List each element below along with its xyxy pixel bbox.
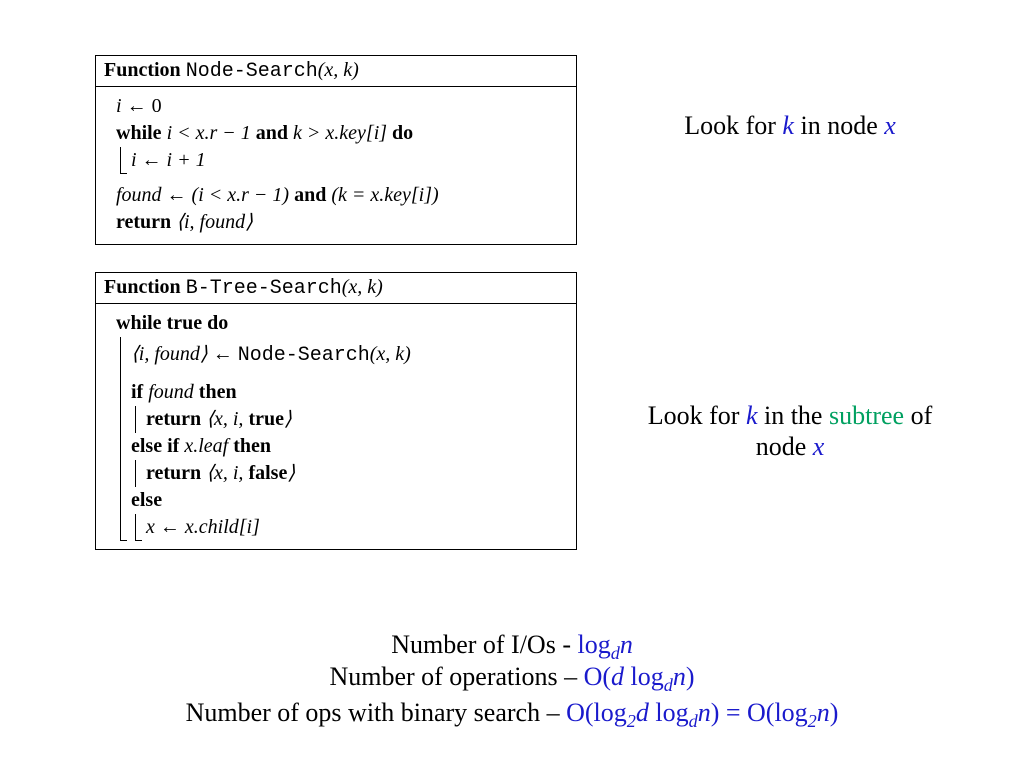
annot1-pre: Look for xyxy=(684,111,782,140)
algo1-line3: i ← i + 1 xyxy=(131,147,566,174)
kw-if: if xyxy=(131,381,143,403)
tail: (k = x.key[i]) xyxy=(326,184,438,206)
kw-true-cond: true xyxy=(162,312,208,334)
retval3a: ⟨x, i, xyxy=(201,462,248,484)
annot2-subtree: subtree xyxy=(829,401,904,430)
cond1: i < x.r − 1 xyxy=(162,122,256,144)
algo1-args: (x, k) xyxy=(318,59,359,81)
annot2-pre: Look for xyxy=(648,401,746,430)
algo1-kw: Function xyxy=(104,59,181,81)
l3-close: ) xyxy=(830,698,839,727)
retval2b: ⟩ xyxy=(284,408,292,430)
algo2-kw: Function xyxy=(104,276,181,298)
annot2-k: k xyxy=(746,401,758,430)
call-args: (x, k) xyxy=(370,343,411,365)
annot1-mid: in node xyxy=(794,111,884,140)
algo2-line5: else if x.leaf then xyxy=(131,433,566,460)
kw-do2: do xyxy=(207,312,228,334)
l3-b: O(log xyxy=(566,698,627,727)
l2-a: Number of operations – xyxy=(329,662,583,691)
algo2-body: while true do ⟨i, found⟩ ← Node-Search(x… xyxy=(96,304,576,549)
l2-n: n xyxy=(673,662,686,691)
annot2-x: x xyxy=(813,432,825,461)
algo1-line5: return ⟨i, found⟩ xyxy=(116,209,566,236)
complexity-line-2: Number of operations – O(d logdn) xyxy=(0,660,1024,698)
kw-else: else xyxy=(131,489,162,511)
algo1-fn: Node-Search xyxy=(186,60,318,83)
kw-return: return xyxy=(116,211,171,233)
algo2-args: (x, k) xyxy=(342,276,383,298)
spacer xyxy=(116,174,566,182)
algo2-line4: return ⟨x, i, true⟩ xyxy=(146,406,566,433)
kw-and2: and xyxy=(294,184,326,206)
annotation-1: Look for k in node x xyxy=(640,110,940,141)
algo2-else-block: x ← x.child[i] xyxy=(135,514,566,541)
annot1-x: x xyxy=(884,111,896,140)
l1-a: Number of I/Os - xyxy=(391,630,577,659)
kw-do: do xyxy=(392,122,413,144)
retval3b: ⟩ xyxy=(287,462,295,484)
algorithm-box-node-search: Function Node-Search(x, k) i ← 0 while i… xyxy=(95,55,577,245)
algo2-elseif-block: return ⟨x, i, false⟩ xyxy=(135,460,566,487)
l3-n: n xyxy=(698,698,711,727)
algo2-fn: B-Tree-Search xyxy=(186,277,342,300)
l3-sub2: d xyxy=(689,711,698,731)
kw-while2: while xyxy=(116,312,162,334)
kw-true: true xyxy=(248,408,284,430)
algo2-line2: ⟨i, found⟩ ← Node-Search(x, k) xyxy=(131,337,566,373)
l3-sub1: 2 xyxy=(627,711,636,731)
l3-a: Number of ops with binary search – xyxy=(186,698,567,727)
assign: found ← (i < x.r − 1) xyxy=(116,184,294,206)
l2-sub: d xyxy=(664,675,673,695)
annotation-2: Look for k in the subtree of node x xyxy=(640,400,940,462)
algo2-line7: else xyxy=(131,487,566,514)
algo2-header: Function B-Tree-Search(x, k) xyxy=(96,273,576,304)
call-fn: Node-Search xyxy=(238,344,370,367)
algo2-line6: return ⟨x, i, false⟩ xyxy=(146,460,566,487)
kw-elseif: else if xyxy=(131,435,179,457)
if-cond: found xyxy=(143,381,199,403)
l2-log: log xyxy=(624,662,664,691)
kw-return2: return xyxy=(146,408,201,430)
annot2-mid: in the xyxy=(757,401,829,430)
algo1-line2: while i < x.r − 1 and k > x.key[i] do xyxy=(116,120,566,147)
retval: ⟨i, found⟩ xyxy=(171,211,253,233)
kw-then2: then xyxy=(233,435,271,457)
algo2-line3: if found then xyxy=(131,379,566,406)
l3-mid: ) = O(log xyxy=(711,698,808,727)
l1-b: log xyxy=(577,630,610,659)
algo2-line8: x ← x.child[i] xyxy=(146,514,566,541)
kw-false: false xyxy=(248,462,287,484)
algo1-while-block: i ← i + 1 xyxy=(120,147,566,174)
algo2-line1: while true do xyxy=(116,310,566,337)
retval2a: ⟨x, i, xyxy=(201,408,248,430)
cond2: k > x.key[i] xyxy=(288,122,392,144)
l3-sub3: 2 xyxy=(808,711,817,731)
algo1-header: Function Node-Search(x, k) xyxy=(96,56,576,87)
algo1-body: i ← 0 while i < x.r − 1 and k > x.key[i]… xyxy=(96,87,576,244)
arrow: ← xyxy=(122,95,152,117)
kw-and: and xyxy=(256,122,288,144)
l1-c: n xyxy=(620,630,633,659)
l2-close: ) xyxy=(686,662,695,691)
kw-return3: return xyxy=(146,462,201,484)
l3-n2: n xyxy=(817,698,830,727)
algo1-line4: found ← (i < x.r − 1) and (k = x.key[i]) xyxy=(116,182,566,209)
l2-b: O( xyxy=(584,662,611,691)
lhs: ⟨i, found⟩ ← xyxy=(131,343,238,365)
annot1-k: k xyxy=(782,111,794,140)
algo1-line1: i ← 0 xyxy=(116,93,566,120)
algorithm-box-btree-search: Function B-Tree-Search(x, k) while true … xyxy=(95,272,577,550)
elseif-cond: x.leaf xyxy=(179,435,233,457)
l2-d: d xyxy=(611,662,624,691)
l3-log: log xyxy=(649,698,689,727)
kw-then: then xyxy=(199,381,237,403)
algo2-if-block: return ⟨x, i, true⟩ xyxy=(135,406,566,433)
kw-while: while xyxy=(116,122,162,144)
l3-d: d xyxy=(636,698,649,727)
zero: 0 xyxy=(152,95,162,117)
algo2-while-block: ⟨i, found⟩ ← Node-Search(x, k) if found … xyxy=(120,337,566,541)
complexity-line-3: Number of ops with binary search – O(log… xyxy=(0,696,1024,734)
